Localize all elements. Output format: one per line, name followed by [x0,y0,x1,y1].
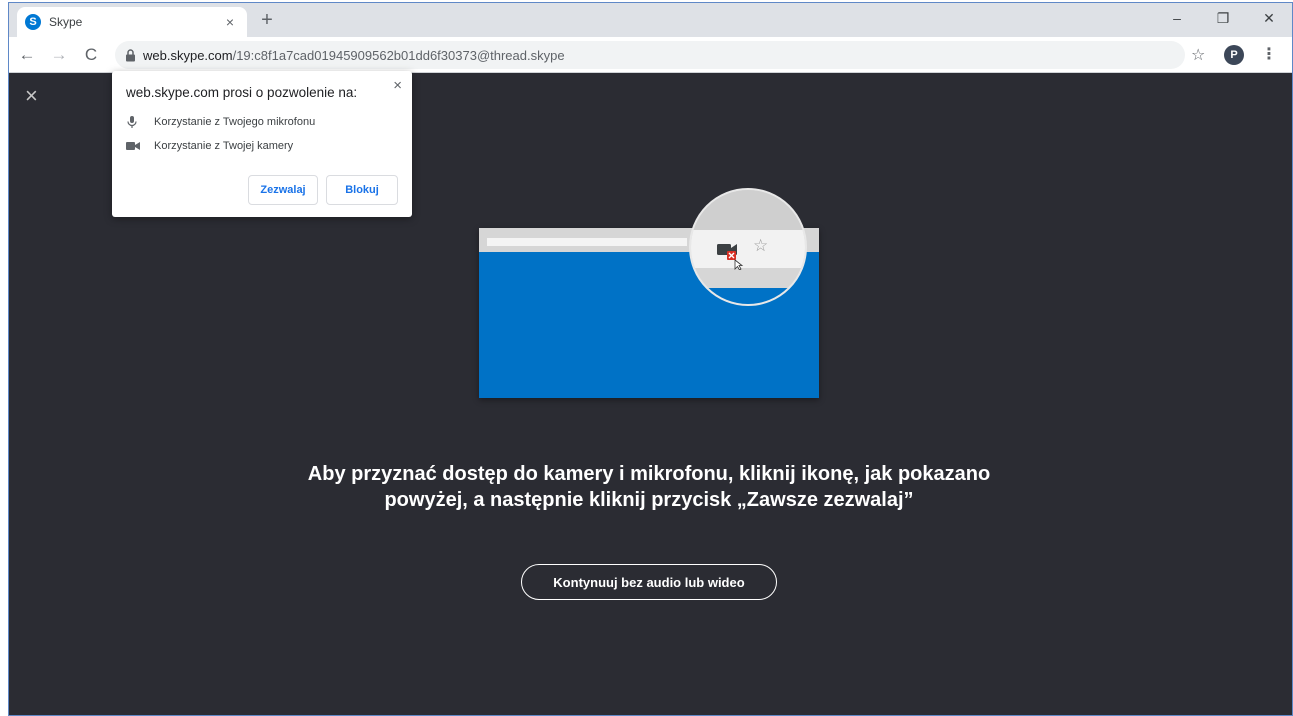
forward-button[interactable]: → [45,41,73,69]
permission-illustration: ☆ [479,188,819,398]
url-path: /19:c8f1a7cad01945909562b01dd6f30373@thr… [232,47,565,63]
magnifier-circle: ☆ [689,188,807,306]
url-host: web.skype.com [143,47,233,63]
popup-close-icon[interactable]: × [393,77,402,94]
reload-button[interactable]: C [77,41,105,69]
popup-title: web.skype.com prosi o pozwolenie na: [126,85,358,100]
browser-menu-icon[interactable]: ⋮ [1261,44,1277,64]
lock-icon[interactable] [123,47,137,63]
block-button[interactable]: Blokuj [326,175,398,205]
allow-button[interactable]: Zezwalaj [248,175,318,205]
new-tab-button[interactable]: + [255,9,279,33]
profile-avatar[interactable]: P [1224,45,1244,65]
illustration-star-icon: ☆ [753,236,769,255]
permission-label: Korzystanie z Twojej kamery [154,140,294,152]
blocked-camera-icon [715,240,745,275]
restore-button[interactable]: ❐ [1200,3,1246,33]
back-button[interactable]: ← [13,41,41,69]
instruction-text: Aby przyznać dostęp do kamery i mikrofon… [307,463,991,511]
tab-skype[interactable]: S Skype × [17,7,247,37]
address-bar[interactable]: web.skype.com/19:c8f1a7cad01945909562b01… [115,41,1185,69]
tab-strip: S Skype × + – ❐ ✕ [9,3,1292,37]
skype-favicon-icon: S [25,14,41,30]
tab-title: Skype [49,15,83,29]
browser-toolbar: ← → C web.skype.com/19:c8f1a7cad01945909… [9,37,1292,73]
close-icon[interactable]: × [25,85,43,107]
browser-window: S Skype × + – ❐ ✕ ← → C web.skype.com/19… [8,2,1293,716]
tab-close-icon[interactable]: × [221,14,239,30]
camera-icon [126,141,154,151]
window-controls: – ❐ ✕ [1154,3,1292,37]
permission-microphone: Korzystanie z Twojego mikrofonu [126,110,398,134]
microphone-icon [126,115,154,129]
permission-label: Korzystanie z Twojego mikrofonu [154,116,316,128]
continue-without-av-button[interactable]: Kontynuuj bez audio lub wideo [521,564,777,600]
url-text: web.skype.com/19:c8f1a7cad01945909562b01… [143,48,565,63]
window-close-button[interactable]: ✕ [1246,3,1292,33]
permission-popup: × web.skype.com prosi o pozwolenie na: K… [112,71,412,217]
minimize-button[interactable]: – [1154,3,1200,33]
permission-camera: Korzystanie z Twojej kamery [126,134,398,158]
bookmark-star-icon[interactable]: ☆ [1191,45,1205,65]
